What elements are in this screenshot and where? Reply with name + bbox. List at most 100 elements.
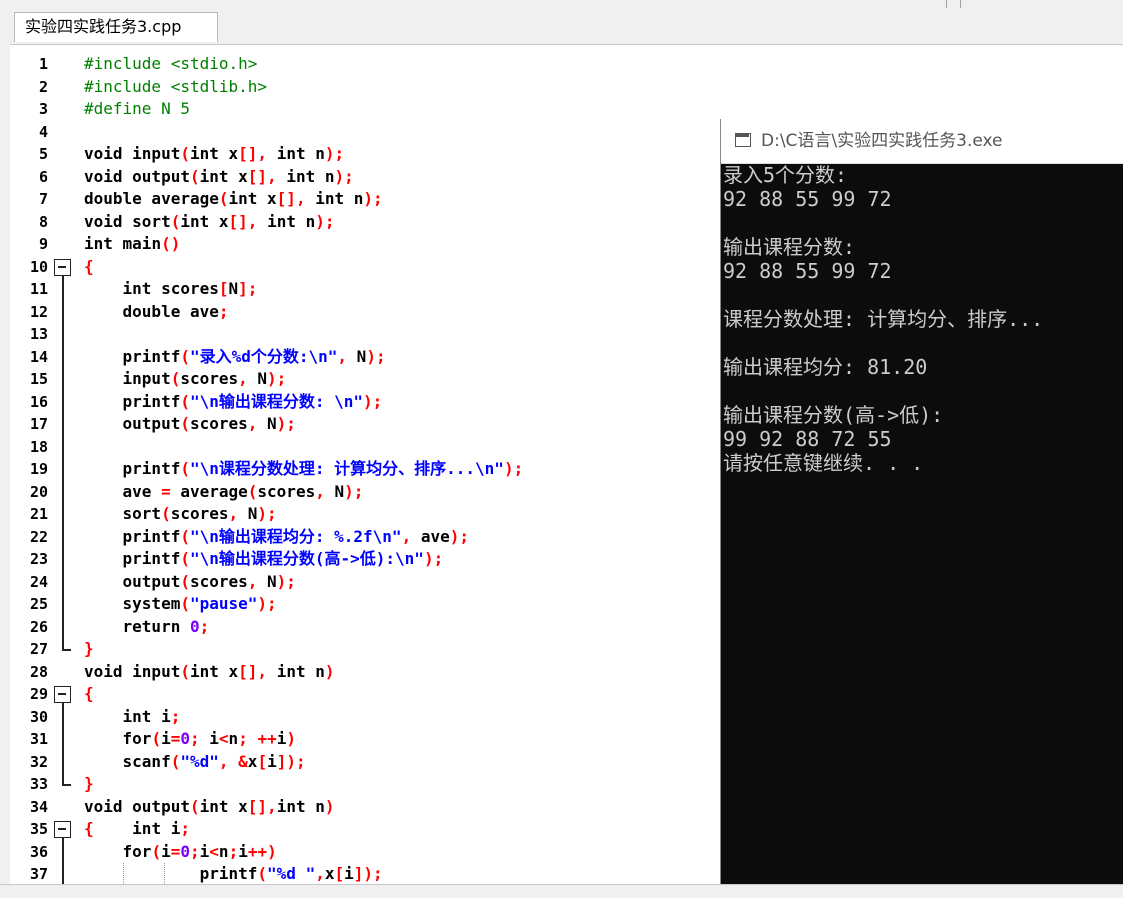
line-number: 34 <box>29 797 48 816</box>
code-token: int <box>84 234 113 253</box>
code-token: return <box>122 616 181 636</box>
code-token: 0 <box>180 841 190 861</box>
code-token: "pause" <box>189 594 258 613</box>
line-number: 4 <box>38 122 48 141</box>
code-token: x <box>218 661 239 681</box>
code-token: "\n课程分数处理: 计算均分、排序...\n" <box>189 459 504 478</box>
code-token: ( <box>170 369 181 388</box>
code-line: int main() <box>84 233 523 256</box>
code-token: { <box>84 256 94 276</box>
code-token: [], <box>247 796 277 816</box>
code-token: "\n输出课程分数(高->低):\n" <box>189 549 424 568</box>
line-number: 37 <box>29 865 48 883</box>
line-number: 27 <box>29 640 48 658</box>
console-line: 输出课程分数: <box>723 235 856 259</box>
fold-toggle-icon[interactable] <box>54 821 71 838</box>
line-number: 3 <box>38 100 48 118</box>
left-panel-edge <box>0 44 10 884</box>
code-token: , <box>401 526 412 546</box>
indent-guide <box>164 863 165 885</box>
code-token: sort <box>122 211 171 231</box>
console-line: 92 88 55 99 72 <box>723 259 892 283</box>
console-window[interactable]: D:\C语言\实验四实践任务3.exe 录入5个分数: 92 88 55 99 7… <box>720 119 1123 884</box>
code-token: #include <stdlib.h> <box>84 76 268 96</box>
line-number: 30 <box>29 707 48 726</box>
code-token: int <box>180 211 210 231</box>
code-token: int <box>189 144 219 163</box>
code-line: #include <stdlib.h> <box>84 76 523 99</box>
code-token: N <box>257 571 277 591</box>
code-token: input <box>84 369 171 388</box>
code-token: ++) <box>247 841 277 861</box>
line-number: 28 <box>29 662 48 681</box>
code-token: n <box>305 796 325 816</box>
code-token: ave <box>411 526 450 546</box>
code-token: #include <stdio.h> <box>84 54 258 73</box>
code-token: int <box>189 661 219 681</box>
line-number: 7 <box>38 190 48 208</box>
code-token: n <box>315 166 335 186</box>
code-line: int scores[N]; <box>84 278 523 301</box>
code-token: ); <box>366 346 386 366</box>
code-line: output(scores, N); <box>84 413 523 436</box>
tab-file[interactable]: 实验四实践任务3.cpp <box>14 12 218 42</box>
code-token: printf <box>84 459 181 478</box>
code-token: ); <box>324 144 345 163</box>
code-token: ( <box>151 729 162 748</box>
code-token: average <box>141 189 219 208</box>
code-token: double <box>122 301 181 321</box>
fold-toggle-icon[interactable] <box>54 686 71 703</box>
line-number: 6 <box>38 167 48 186</box>
fold-guide <box>62 838 64 885</box>
toolbar-separator <box>946 0 947 8</box>
line-number: 13 <box>29 325 48 343</box>
fold-end-marker <box>62 649 71 651</box>
code-token: , <box>337 346 348 366</box>
code-line: printf("\n输出课程分数: \n"); <box>84 391 523 414</box>
code-token: = <box>161 481 171 501</box>
code-line: } <box>84 773 523 796</box>
code-token: ave <box>84 481 162 501</box>
code-token: ); <box>423 549 444 568</box>
line-number: 1 <box>38 55 48 73</box>
code-line: { <box>84 683 523 706</box>
code-line: void output(int x[],int n) <box>84 796 523 819</box>
fold-toggle-icon[interactable] <box>54 258 71 276</box>
code-token: [], <box>238 661 268 681</box>
line-number: 24 <box>29 572 48 591</box>
code-token: printf <box>84 391 181 411</box>
code-token: ; <box>218 301 229 321</box>
code-line: output(scores, N); <box>84 571 523 594</box>
line-number: 26 <box>29 617 48 636</box>
code-token: scores <box>189 571 248 591</box>
code-token: () <box>161 234 181 253</box>
code-token: n <box>305 661 325 681</box>
code-token: int <box>286 166 316 186</box>
code-token: , <box>247 571 258 591</box>
tab-bar: 实验四实践任务3.cpp <box>0 12 1123 44</box>
code-token: ); <box>334 166 354 186</box>
code-token: ( <box>189 166 200 186</box>
console-line: 录入5个分数: <box>723 163 848 187</box>
code-line: sort(scores, N); <box>84 503 523 526</box>
line-number-gutter: 1 2 3 4 5 6 7 8 9 10 11 12 13 14 15 16 17 18 19 20 21 22 23 24 2… <box>10 45 76 885</box>
code-token: ); <box>344 481 364 501</box>
code-area[interactable]: #include <stdio.h> #include <stdlib.h> #de… <box>84 53 523 885</box>
code-token: ( <box>161 504 171 523</box>
code-token: x <box>218 144 239 163</box>
code-token: < <box>209 841 219 861</box>
code-token: ( <box>180 144 190 163</box>
code-token: N <box>257 414 277 433</box>
line-number: 16 <box>29 392 48 411</box>
code-token: ( <box>257 864 268 883</box>
code-token: ; <box>190 729 200 748</box>
code-token: ]); <box>353 864 383 883</box>
code-token: n <box>228 729 239 748</box>
code-line: input(scores, N); <box>84 368 523 391</box>
console-titlebar[interactable]: D:\C语言\实验四实践任务3.exe <box>721 119 1123 164</box>
code-token: int <box>276 661 306 681</box>
